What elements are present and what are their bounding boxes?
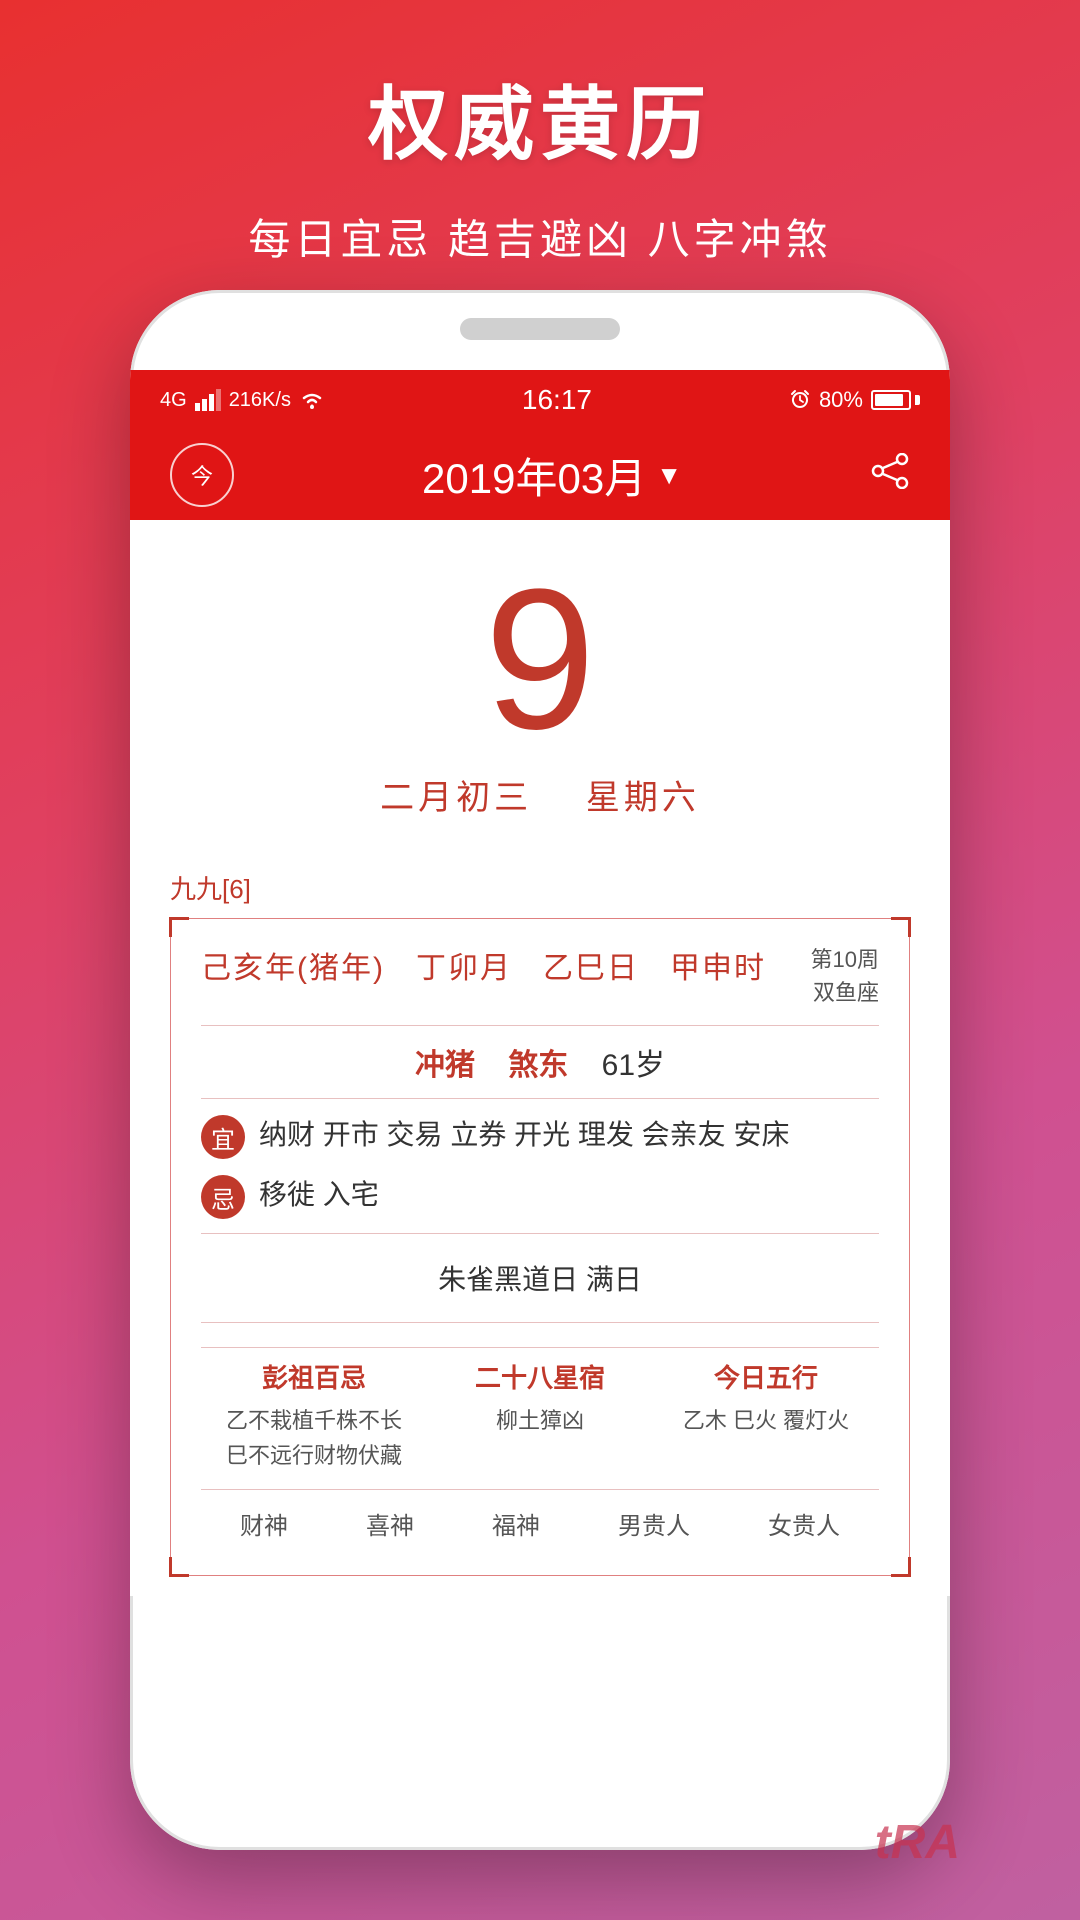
status-bar: 4G 216K/s 16:17 80%: [130, 370, 950, 430]
divider-1: [201, 1025, 879, 1026]
dropdown-arrow-icon: ▼: [656, 460, 682, 491]
yi-text: 纳财 开市 交易 立券 开光 理发 会亲友 安床: [259, 1113, 789, 1158]
watermark: tRA: [875, 1815, 960, 1870]
alarm-icon: [789, 389, 811, 411]
status-right: 80%: [789, 387, 920, 413]
signal-label: 4G: [160, 389, 187, 412]
black-day-row: 朱雀黑道日 满日: [201, 1248, 879, 1308]
info-card-section: 九九[6] 己亥年(猪年) 丁卯月 乙巳日 甲申时: [130, 869, 950, 1596]
date-section: 9 二月初三 星期六: [130, 520, 950, 869]
date-lunar-weekday: 二月初三 星期六: [130, 770, 950, 819]
ganzhi-year: 己亥年(猪年): [201, 952, 385, 985]
pengzu-line1: 乙不栽植千株不长: [209, 1403, 419, 1438]
info-card: 己亥年(猪年) 丁卯月 乙巳日 甲申时 第10周 双鱼座: [170, 918, 910, 1576]
wuxing-text: 乙木 巳火 覆灯火: [661, 1403, 871, 1438]
bottom-grid: 彭祖百忌 乙不栽植千株不长 巳不远行财物伏藏 二十八星宿 柳土獐凶 今日五行 乙…: [201, 1337, 879, 1483]
nav-month-title[interactable]: 2019年03月 ▼: [422, 445, 682, 506]
month-text: 2019年03月: [422, 445, 646, 506]
share-button[interactable]: [870, 453, 910, 498]
status-time: 16:17: [522, 384, 592, 416]
battery-percent: 80%: [819, 387, 863, 413]
battery-icon: [871, 390, 920, 410]
shen-xisheng: 喜神: [366, 1506, 414, 1541]
divider-4: [201, 1322, 879, 1323]
shen-nanguiren: 男贵人: [618, 1506, 690, 1541]
today-button[interactable]: 今: [170, 443, 234, 507]
xingxiu-title: 二十八星宿: [435, 1358, 645, 1395]
ganzhi-row: 己亥年(猪年) 丁卯月 乙巳日 甲申时 第10周 双鱼座: [201, 943, 879, 1009]
grid-item-pengzu: 彭祖百忌 乙不栽植千株不长 巳不远行财物伏藏: [201, 1347, 427, 1483]
nav-bar[interactable]: 今 2019年03月 ▼: [130, 430, 950, 520]
chong-age: 61岁: [602, 1049, 665, 1082]
phone-speaker: [460, 318, 620, 340]
main-content: 9 二月初三 星期六 九九[6] 己亥年(猪年): [130, 520, 950, 1596]
ganzhi-time: 甲申时: [670, 952, 766, 985]
wifi-icon: [299, 390, 325, 410]
yi-row: 宜 纳财 开市 交易 立券 开光 理发 会亲友 安床: [201, 1113, 879, 1159]
corner-tl-decoration: [169, 917, 189, 937]
shen-fusheng: 福神: [492, 1506, 540, 1541]
shen-caisheng: 财神: [240, 1506, 288, 1541]
app-subtitle: 每日宜忌 趋吉避凶 八字冲煞: [0, 206, 1080, 267]
chong-row: 冲猪 煞东 61岁: [201, 1040, 879, 1084]
ji-text: 移徙 入宅: [259, 1173, 379, 1218]
ganzhi-month: 丁卯月: [416, 952, 512, 985]
chong-label2: 煞东: [508, 1049, 568, 1082]
grid-item-xingxiu: 二十八星宿 柳土獐凶: [427, 1347, 653, 1483]
xingxiu-text: 柳土獐凶: [435, 1403, 645, 1438]
shen-nvguiren: 女贵人: [768, 1506, 840, 1541]
divider-3: [201, 1233, 879, 1234]
speed-label: 216K/s: [229, 389, 291, 412]
yi-badge: 宜: [201, 1115, 245, 1159]
ganzhi-main: 己亥年(猪年) 丁卯月 乙巳日 甲申时: [201, 943, 766, 987]
nine-nine-label: 九九[6]: [170, 869, 910, 906]
chong-label1: 冲猪: [415, 1049, 475, 1082]
wuxing-title: 今日五行: [661, 1358, 871, 1395]
divider-2: [201, 1098, 879, 1099]
corner-tr-decoration: [891, 917, 911, 937]
signal-bars-icon: [195, 389, 221, 411]
phone-frame: 4G 216K/s 16:17 80%: [130, 290, 950, 1850]
app-title: 权威黄历: [0, 60, 1080, 176]
day-number: 9: [130, 560, 950, 760]
ganzhi-day: 乙巳日: [543, 952, 639, 985]
status-left: 4G 216K/s: [160, 389, 325, 412]
ganzhi-side: 第10周 双鱼座: [811, 943, 879, 1009]
lunar-date: 二月初三: [380, 779, 532, 817]
ji-row: 忌 移徙 入宅: [201, 1173, 879, 1219]
ji-badge: 忌: [201, 1175, 245, 1219]
corner-br-decoration: [891, 1557, 911, 1577]
pengzu-title: 彭祖百忌: [209, 1358, 419, 1395]
shen-row: 财神 喜神 福神 男贵人 女贵人: [201, 1489, 879, 1551]
pengzu-line2: 巳不远行财物伏藏: [209, 1438, 419, 1473]
grid-item-wuxing: 今日五行 乙木 巳火 覆灯火: [653, 1347, 879, 1483]
weekday: 星期六: [586, 779, 700, 817]
zodiac-sign: 双鱼座: [811, 976, 879, 1009]
week-number: 第10周: [811, 943, 879, 976]
corner-bl-decoration: [169, 1557, 189, 1577]
pengzu-text: 乙不栽植千株不长 巳不远行财物伏藏: [209, 1403, 419, 1473]
